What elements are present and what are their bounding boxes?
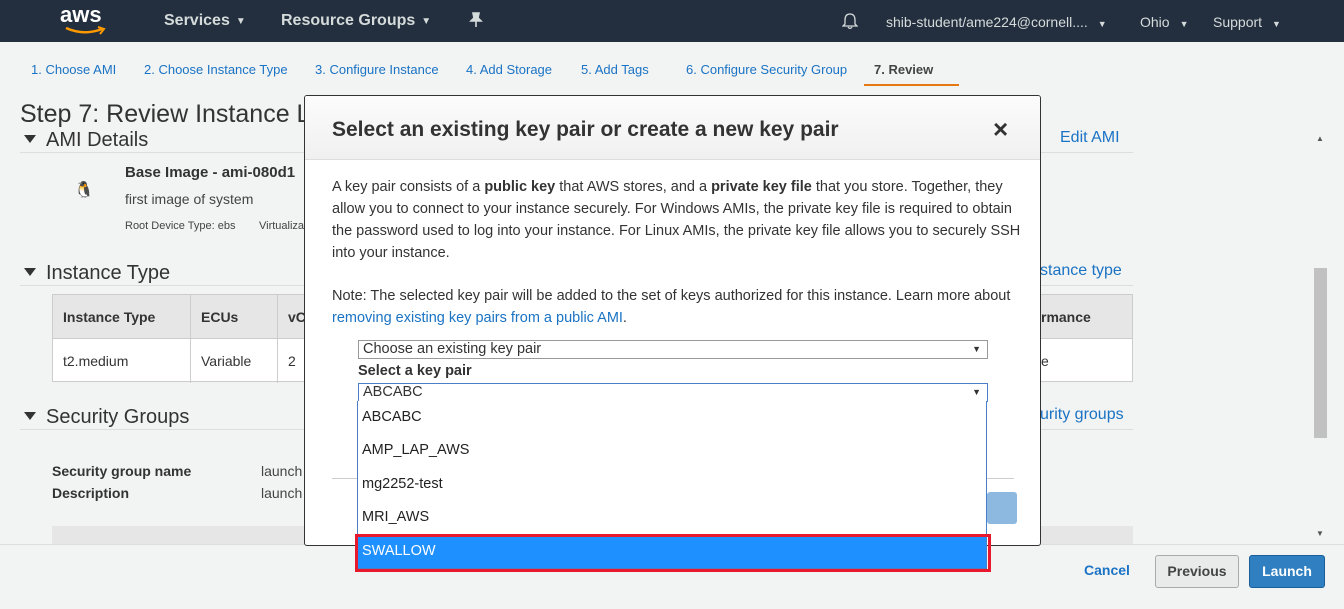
description-label: Description <box>52 485 130 501</box>
step-configure-security-group[interactable]: 6. Configure Security Group <box>686 62 847 77</box>
resource-groups-menu[interactable]: Resource Groups ▼ <box>281 12 431 30</box>
aws-smile-icon <box>65 26 106 35</box>
key-pair-option[interactable]: MRI_AWS <box>358 501 986 534</box>
column-header: rmance <box>1041 309 1091 325</box>
close-icon[interactable]: × <box>993 116 1008 142</box>
region-menu[interactable]: Ohio ▼ <box>1140 14 1189 30</box>
security-groups-title: Security Groups <box>46 406 190 428</box>
step-configure-instance[interactable]: 3. Configure Instance <box>315 62 439 77</box>
linux-penguin-icon: 🐧 <box>74 182 94 199</box>
step-add-tags[interactable]: 5. Add Tags <box>581 62 649 77</box>
collapse-triangle-icon <box>24 135 36 143</box>
page-title: Step 7: Review Instance L <box>20 100 311 128</box>
support-menu[interactable]: Support ▼ <box>1213 14 1281 30</box>
security-group-name-label: Security group name <box>52 463 192 479</box>
instance-type-title: Instance Type <box>46 262 171 284</box>
chevron-down-icon: ▼ <box>1272 19 1281 29</box>
step-add-storage[interactable]: 4. Add Storage <box>466 62 552 77</box>
instance-type-header[interactable]: Instance Type <box>24 262 170 285</box>
collapse-triangle-icon <box>24 412 36 420</box>
collapse-triangle-icon <box>24 268 36 276</box>
security-groups-header[interactable]: Security Groups <box>24 406 189 429</box>
account-menu[interactable]: shib-student/ame224@cornell.... ▼ <box>886 14 1107 30</box>
table-cell: e <box>1041 353 1049 369</box>
top-navigation-bar: aws Services ▼ Resource Groups ▼ shib-stud… <box>0 0 1344 42</box>
chevron-down-icon: ▼ <box>972 344 981 354</box>
root-device-type: Root Device Type: ebs <box>125 220 236 232</box>
key-pair-option[interactable]: AMP_LAP_AWS <box>358 434 986 467</box>
key-pair-explanation: A key pair consists of a public key that… <box>332 179 1021 261</box>
account-label: shib-student/ame224@cornell.... <box>886 14 1088 30</box>
launch-instances-button[interactable] <box>987 492 1017 524</box>
edit-ami-link[interactable]: Edit AMI <box>1060 129 1120 147</box>
edit-security-groups-link[interactable]: urity groups <box>1040 406 1124 424</box>
support-label: Support <box>1213 14 1263 30</box>
resource-groups-label: Resource Groups <box>281 12 416 29</box>
base-image-title: Base Image - ami-080d1 <box>125 164 296 181</box>
security-group-name-value: launch <box>261 463 303 479</box>
dialog-title: Select an existing key pair or create a … <box>332 118 839 141</box>
step-choose-instance-type[interactable]: 2. Choose Instance Type <box>144 62 288 77</box>
scroll-down-arrow-icon[interactable]: ▼ <box>1316 529 1324 538</box>
ami-details-header[interactable]: AMI Details <box>24 129 148 152</box>
key-pair-option[interactable]: mg2252-test <box>358 468 986 501</box>
bell-icon[interactable] <box>841 12 859 33</box>
active-step-indicator <box>864 84 959 86</box>
chevron-down-icon: ▼ <box>235 16 246 27</box>
remove-key-pairs-link[interactable]: removing existing key pairs from a publi… <box>332 310 623 326</box>
step-choose-ami[interactable]: 1. Choose AMI <box>31 62 116 77</box>
key-pair-option[interactable]: ABCABC <box>358 401 986 434</box>
region-label: Ohio <box>1140 14 1170 30</box>
launch-button[interactable]: Launch <box>1249 555 1325 588</box>
wizard-steps: 1. Choose AMI 2. Choose Instance Type 3.… <box>0 42 1344 88</box>
chevron-down-icon: ▼ <box>972 387 981 397</box>
services-menu[interactable]: Services ▼ <box>164 12 246 30</box>
scrollbar-thumb[interactable] <box>1314 268 1327 438</box>
previous-button[interactable]: Previous <box>1155 555 1239 588</box>
cancel-button[interactable]: Cancel <box>1084 562 1130 578</box>
column-header: Instance Type <box>63 309 156 325</box>
chevron-down-icon: ▼ <box>1179 19 1189 29</box>
key-pair-selected-value: ABCABC <box>363 384 423 400</box>
table-cell: Variable <box>201 353 252 369</box>
virtualization-type: Virtualiza <box>259 220 305 232</box>
column-divider <box>277 295 278 383</box>
aws-logo[interactable]: aws <box>60 4 116 36</box>
dialog-header: Select an existing key pair or create a … <box>305 96 1040 160</box>
services-label: Services <box>164 12 230 29</box>
description-value: launch <box>261 485 303 501</box>
key-pair-mode-value: Choose an existing key pair <box>363 341 542 357</box>
select-key-pair-label: Select a key pair <box>358 363 472 379</box>
annotation-highlight-box <box>355 534 991 572</box>
pin-icon[interactable] <box>469 12 483 33</box>
key-pair-note: Note: The selected key pair will be adde… <box>332 288 1011 326</box>
step-review[interactable]: 7. Review <box>874 62 933 77</box>
chevron-down-icon: ▼ <box>421 16 432 27</box>
column-header: ECUs <box>201 309 239 325</box>
ami-description: first image of system <box>125 191 254 207</box>
aws-logo-text: aws <box>60 2 102 27</box>
column-divider <box>190 295 191 383</box>
chevron-down-icon: ▼ <box>1097 19 1107 29</box>
ami-details-title: AMI Details <box>46 129 149 151</box>
table-cell: t2.medium <box>63 353 129 369</box>
scroll-up-arrow-icon[interactable]: ▲ <box>1316 134 1324 143</box>
edit-instance-type-link[interactable]: stance type <box>1040 262 1122 280</box>
table-cell: 2 <box>288 353 296 369</box>
key-pair-mode-select[interactable]: Choose an existing key pair ▼ <box>358 340 988 359</box>
key-pair-select[interactable]: ABCABC ▼ <box>358 383 988 402</box>
